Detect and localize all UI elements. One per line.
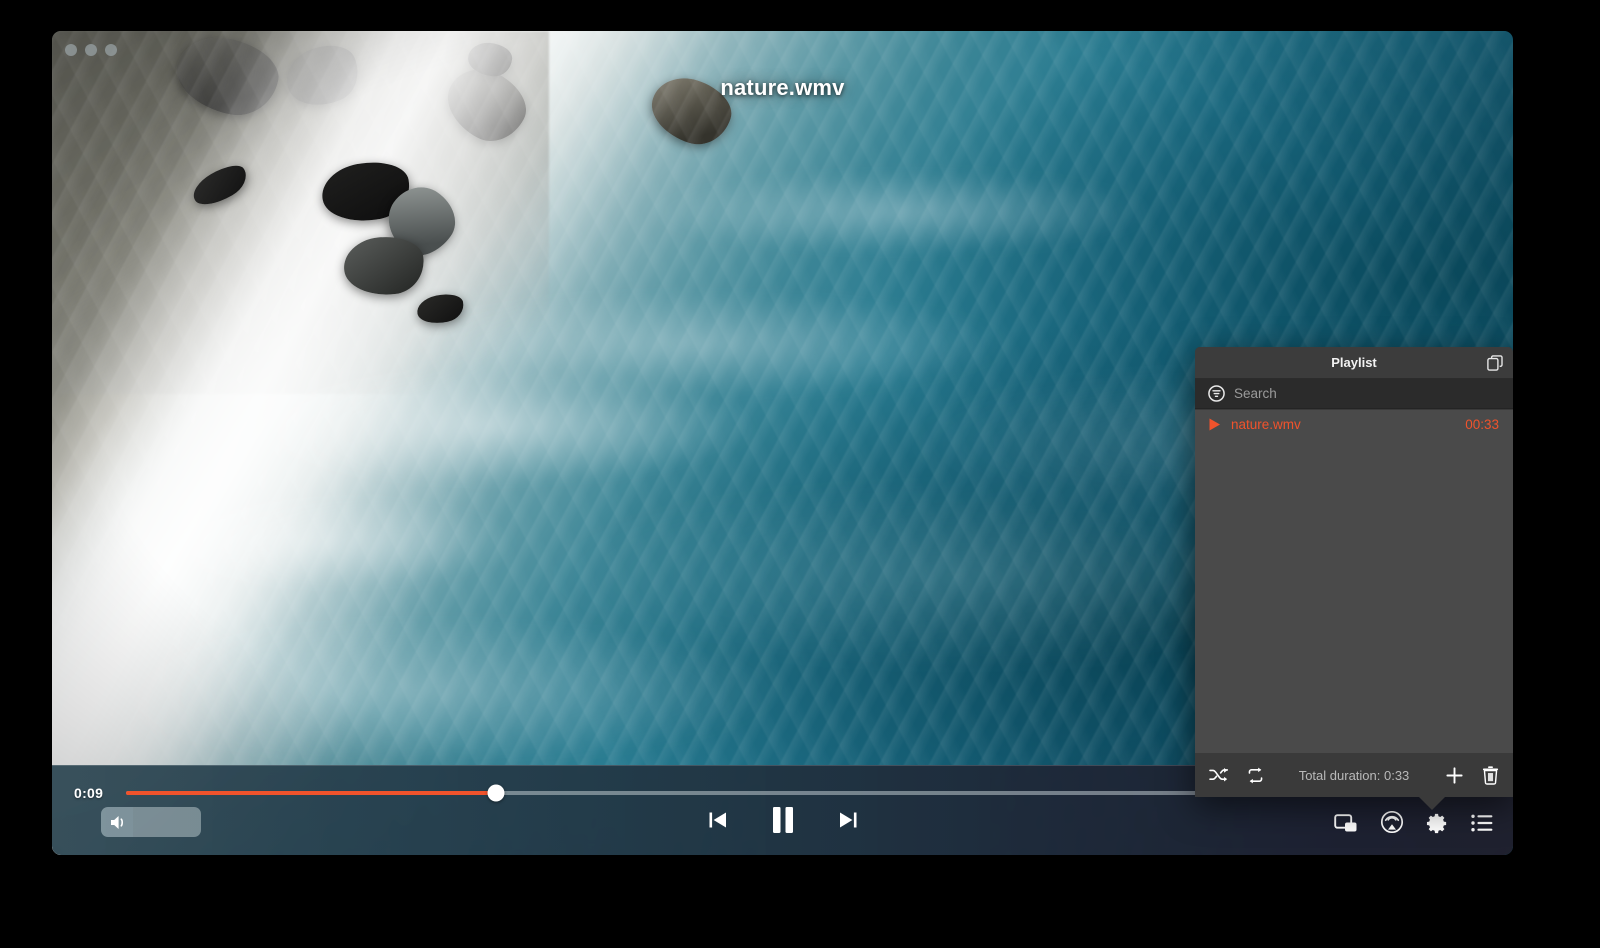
detach-playlist-button[interactable] xyxy=(1487,355,1503,371)
playlist-search-input[interactable]: Search xyxy=(1234,386,1277,401)
playlist-title: Playlist xyxy=(1331,355,1377,370)
playlist-total-duration: Total duration: 0:33 xyxy=(1195,768,1513,783)
playlist-pointer-tail xyxy=(1419,797,1445,810)
player-extra-buttons xyxy=(1334,811,1493,835)
minimize-button[interactable] xyxy=(85,44,97,56)
playlist-header: Playlist xyxy=(1195,347,1513,379)
previous-button[interactable] xyxy=(704,806,732,834)
filter-icon xyxy=(1208,385,1225,402)
playlist-item-name: nature.wmv xyxy=(1231,417,1455,432)
player-window: nature.wmv 0:09 xyxy=(52,31,1513,855)
repeat-button[interactable] xyxy=(1246,767,1265,784)
shuffle-button[interactable] xyxy=(1209,767,1228,784)
zoom-button[interactable] xyxy=(105,44,117,56)
current-time-label: 0:09 xyxy=(74,785,116,801)
seek-progress-fill xyxy=(126,791,496,795)
screen: nature.wmv 0:09 xyxy=(0,0,1600,948)
playlist-toggle-button[interactable] xyxy=(1471,814,1493,832)
airplay-button[interactable] xyxy=(1380,811,1404,835)
playlist-items: nature.wmv 00:33 xyxy=(1195,410,1513,753)
play-pause-button[interactable] xyxy=(764,801,802,839)
seek-handle[interactable] xyxy=(487,785,504,802)
next-button[interactable] xyxy=(834,806,862,834)
now-playing-icon xyxy=(1209,418,1221,431)
settings-gear-button[interactable] xyxy=(1426,812,1449,835)
playlist-item-duration: 00:33 xyxy=(1465,417,1499,432)
transport-controls xyxy=(52,801,1513,839)
playlist-search-row[interactable]: Search xyxy=(1195,379,1513,409)
playlist-footer: Total duration: 0:33 xyxy=(1195,753,1513,797)
close-button[interactable] xyxy=(65,44,77,56)
window-traffic-lights xyxy=(65,44,117,56)
playlist-panel: Playlist Search xyxy=(1195,347,1513,797)
delete-file-button[interactable] xyxy=(1482,766,1499,785)
add-file-button[interactable] xyxy=(1445,766,1464,785)
playlist-row[interactable]: nature.wmv 00:33 xyxy=(1195,410,1513,438)
picture-in-picture-button[interactable] xyxy=(1334,813,1358,834)
